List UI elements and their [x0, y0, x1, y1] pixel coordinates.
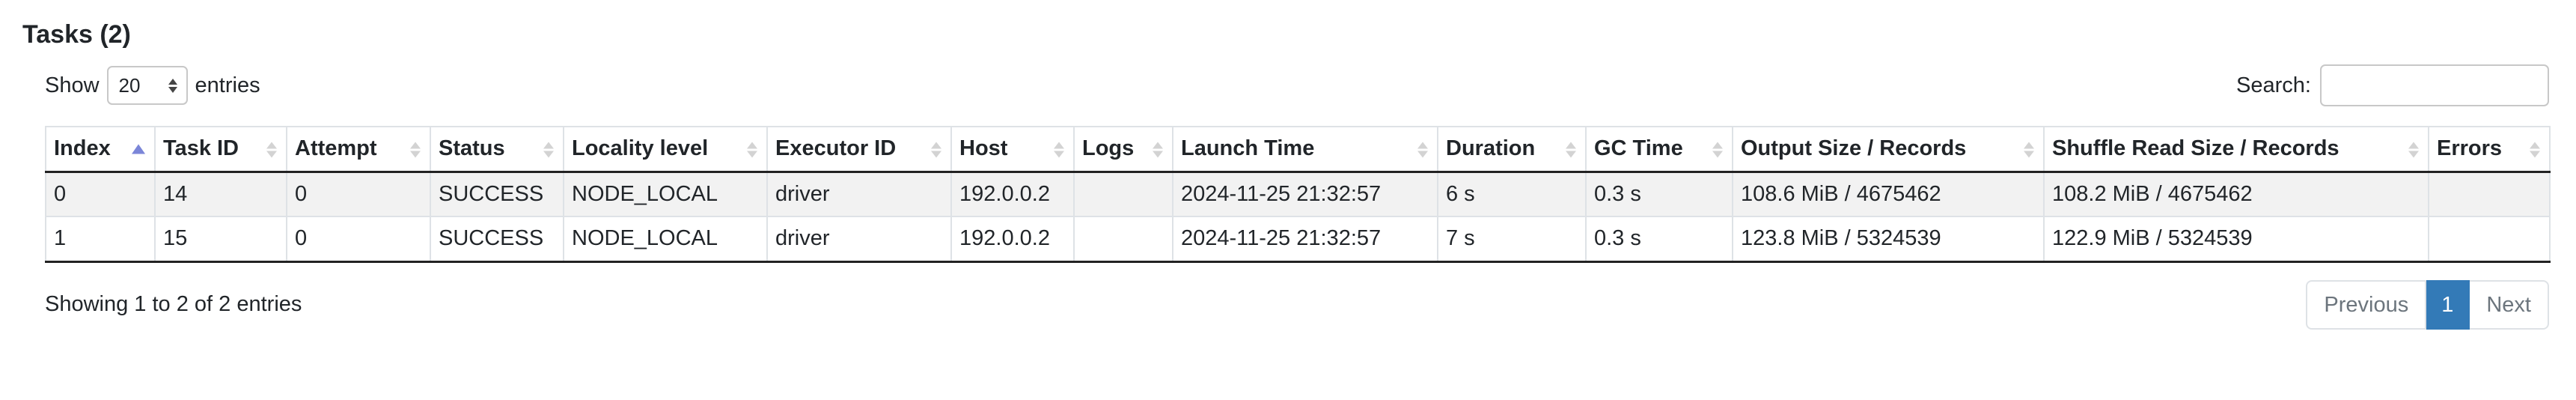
column-header-label: Host	[959, 136, 1008, 161]
column-header-executor-id[interactable]: Executor ID	[766, 126, 952, 173]
column-header-task-id[interactable]: Task ID	[154, 126, 287, 173]
sort-both-icon	[543, 142, 554, 158]
column-header-duration[interactable]: Duration	[1437, 126, 1587, 173]
column-header-label: Executor ID	[775, 136, 897, 161]
column-header-logs[interactable]: Logs	[1073, 126, 1173, 173]
column-header-output-size-records[interactable]: Output Size / Records	[1732, 126, 2045, 173]
sort-both-icon	[747, 142, 757, 158]
search-input[interactable]	[2320, 64, 2549, 106]
column-header-label: Logs	[1082, 136, 1135, 161]
page-1-button[interactable]: 1	[2426, 280, 2470, 330]
column-header-label: Status	[439, 136, 505, 161]
cell-attempt: 0	[286, 216, 431, 263]
column-header-gc-time[interactable]: GC Time	[1585, 126, 1733, 173]
cell-shuffle-read-size-records: 122.9 MiB / 5324539	[2043, 216, 2429, 263]
column-header-label: Locality level	[572, 136, 709, 161]
sort-both-icon	[1566, 142, 1576, 158]
column-header-host[interactable]: Host	[950, 126, 1075, 173]
column-header-label: Attempt	[295, 136, 377, 161]
cell-launch-time: 2024-11-25 21:32:57	[1172, 172, 1438, 217]
column-header-label: Duration	[1446, 136, 1536, 161]
pagination: Previous 1 Next	[2306, 280, 2549, 330]
sort-both-icon	[1712, 142, 1723, 158]
column-header-index[interactable]: Index	[45, 126, 156, 173]
cell-shuffle-read-size-records: 108.2 MiB / 4675462	[2043, 172, 2429, 217]
cell-locality-level: NODE_LOCAL	[563, 216, 768, 263]
cell-locality-level: NODE_LOCAL	[563, 172, 768, 217]
cell-gc-time: 0.3 s	[1585, 172, 1733, 217]
cell-attempt: 0	[286, 172, 431, 217]
cell-logs	[1073, 216, 1173, 263]
table-body: 0 14 0 SUCCESS NODE_LOCAL driver 192.0.0.2 2024…	[45, 172, 2551, 263]
sort-both-icon	[1417, 142, 1428, 158]
column-header-shuffle-read-size-records[interactable]: Shuffle Read Size / Records	[2043, 126, 2429, 173]
search-control: Search:	[2236, 64, 2549, 106]
length-prefix: Show	[45, 73, 100, 97]
cell-status: SUCCESS	[430, 172, 564, 217]
cell-index: 1	[45, 216, 156, 263]
updown-arrows-icon	[168, 78, 177, 93]
column-header-label: Errors	[2437, 136, 2503, 161]
table-row: 1 15 0 SUCCESS NODE_LOCAL driver 192.0.0.2 2024…	[45, 216, 2551, 263]
cell-host: 192.0.0.2	[950, 172, 1075, 217]
cell-duration: 7 s	[1437, 216, 1587, 263]
column-header-errors[interactable]: Errors	[2428, 126, 2551, 173]
search-label: Search:	[2236, 73, 2311, 97]
column-header-launch-time[interactable]: Launch Time	[1172, 126, 1438, 173]
tasks-table: Index Task ID Attempt Status Locality level E…	[45, 126, 2551, 263]
cell-executor-id: driver	[766, 172, 952, 217]
cell-status: SUCCESS	[430, 216, 564, 263]
column-header-locality-level[interactable]: Locality level	[563, 126, 768, 173]
table-header-row: Index Task ID Attempt Status Locality level E…	[45, 126, 2551, 173]
entries-per-page-select[interactable]: 20	[106, 66, 188, 105]
sort-asc-icon	[132, 144, 145, 154]
length-suffix: entries	[195, 73, 260, 97]
column-header-label: Index	[54, 136, 111, 161]
cell-duration: 6 s	[1437, 172, 1587, 217]
column-header-status[interactable]: Status	[430, 126, 564, 173]
cell-launch-time: 2024-11-25 21:32:57	[1172, 216, 1438, 263]
sort-both-icon	[2024, 142, 2034, 158]
sort-both-icon	[410, 142, 421, 158]
sort-both-icon	[2530, 142, 2540, 158]
cell-errors	[2428, 172, 2551, 217]
sort-both-icon	[1153, 142, 1163, 158]
sort-both-icon	[2408, 142, 2419, 158]
length-control: Show 20 entries	[45, 66, 260, 105]
column-header-attempt[interactable]: Attempt	[286, 126, 431, 173]
column-header-label: Launch Time	[1181, 136, 1315, 161]
column-header-label: Output Size / Records	[1741, 136, 1967, 161]
cell-task-id: 14	[154, 172, 287, 217]
column-header-label: Shuffle Read Size / Records	[2052, 136, 2340, 161]
column-header-label: GC Time	[1594, 136, 1683, 161]
previous-page-button[interactable]: Previous	[2306, 280, 2427, 330]
cell-host: 192.0.0.2	[950, 216, 1075, 263]
cell-output-size-records: 108.6 MiB / 4675462	[1732, 172, 2045, 217]
sort-both-icon	[266, 142, 277, 158]
table-info: Showing 1 to 2 of 2 entries	[45, 292, 302, 316]
sort-both-icon	[931, 142, 941, 158]
next-page-button[interactable]: Next	[2470, 280, 2549, 330]
cell-logs	[1073, 172, 1173, 217]
column-header-label: Task ID	[163, 136, 239, 161]
cell-executor-id: driver	[766, 216, 952, 263]
page-title: Tasks (2)	[22, 20, 131, 49]
cell-task-id: 15	[154, 216, 287, 263]
cell-index: 0	[45, 172, 156, 217]
table-row: 0 14 0 SUCCESS NODE_LOCAL driver 192.0.0.2 2024…	[45, 172, 2551, 217]
cell-gc-time: 0.3 s	[1585, 216, 1733, 263]
sort-both-icon	[1054, 142, 1064, 158]
cell-output-size-records: 123.8 MiB / 5324539	[1732, 216, 2045, 263]
cell-errors	[2428, 216, 2551, 263]
entries-per-page-value: 20	[118, 73, 141, 97]
